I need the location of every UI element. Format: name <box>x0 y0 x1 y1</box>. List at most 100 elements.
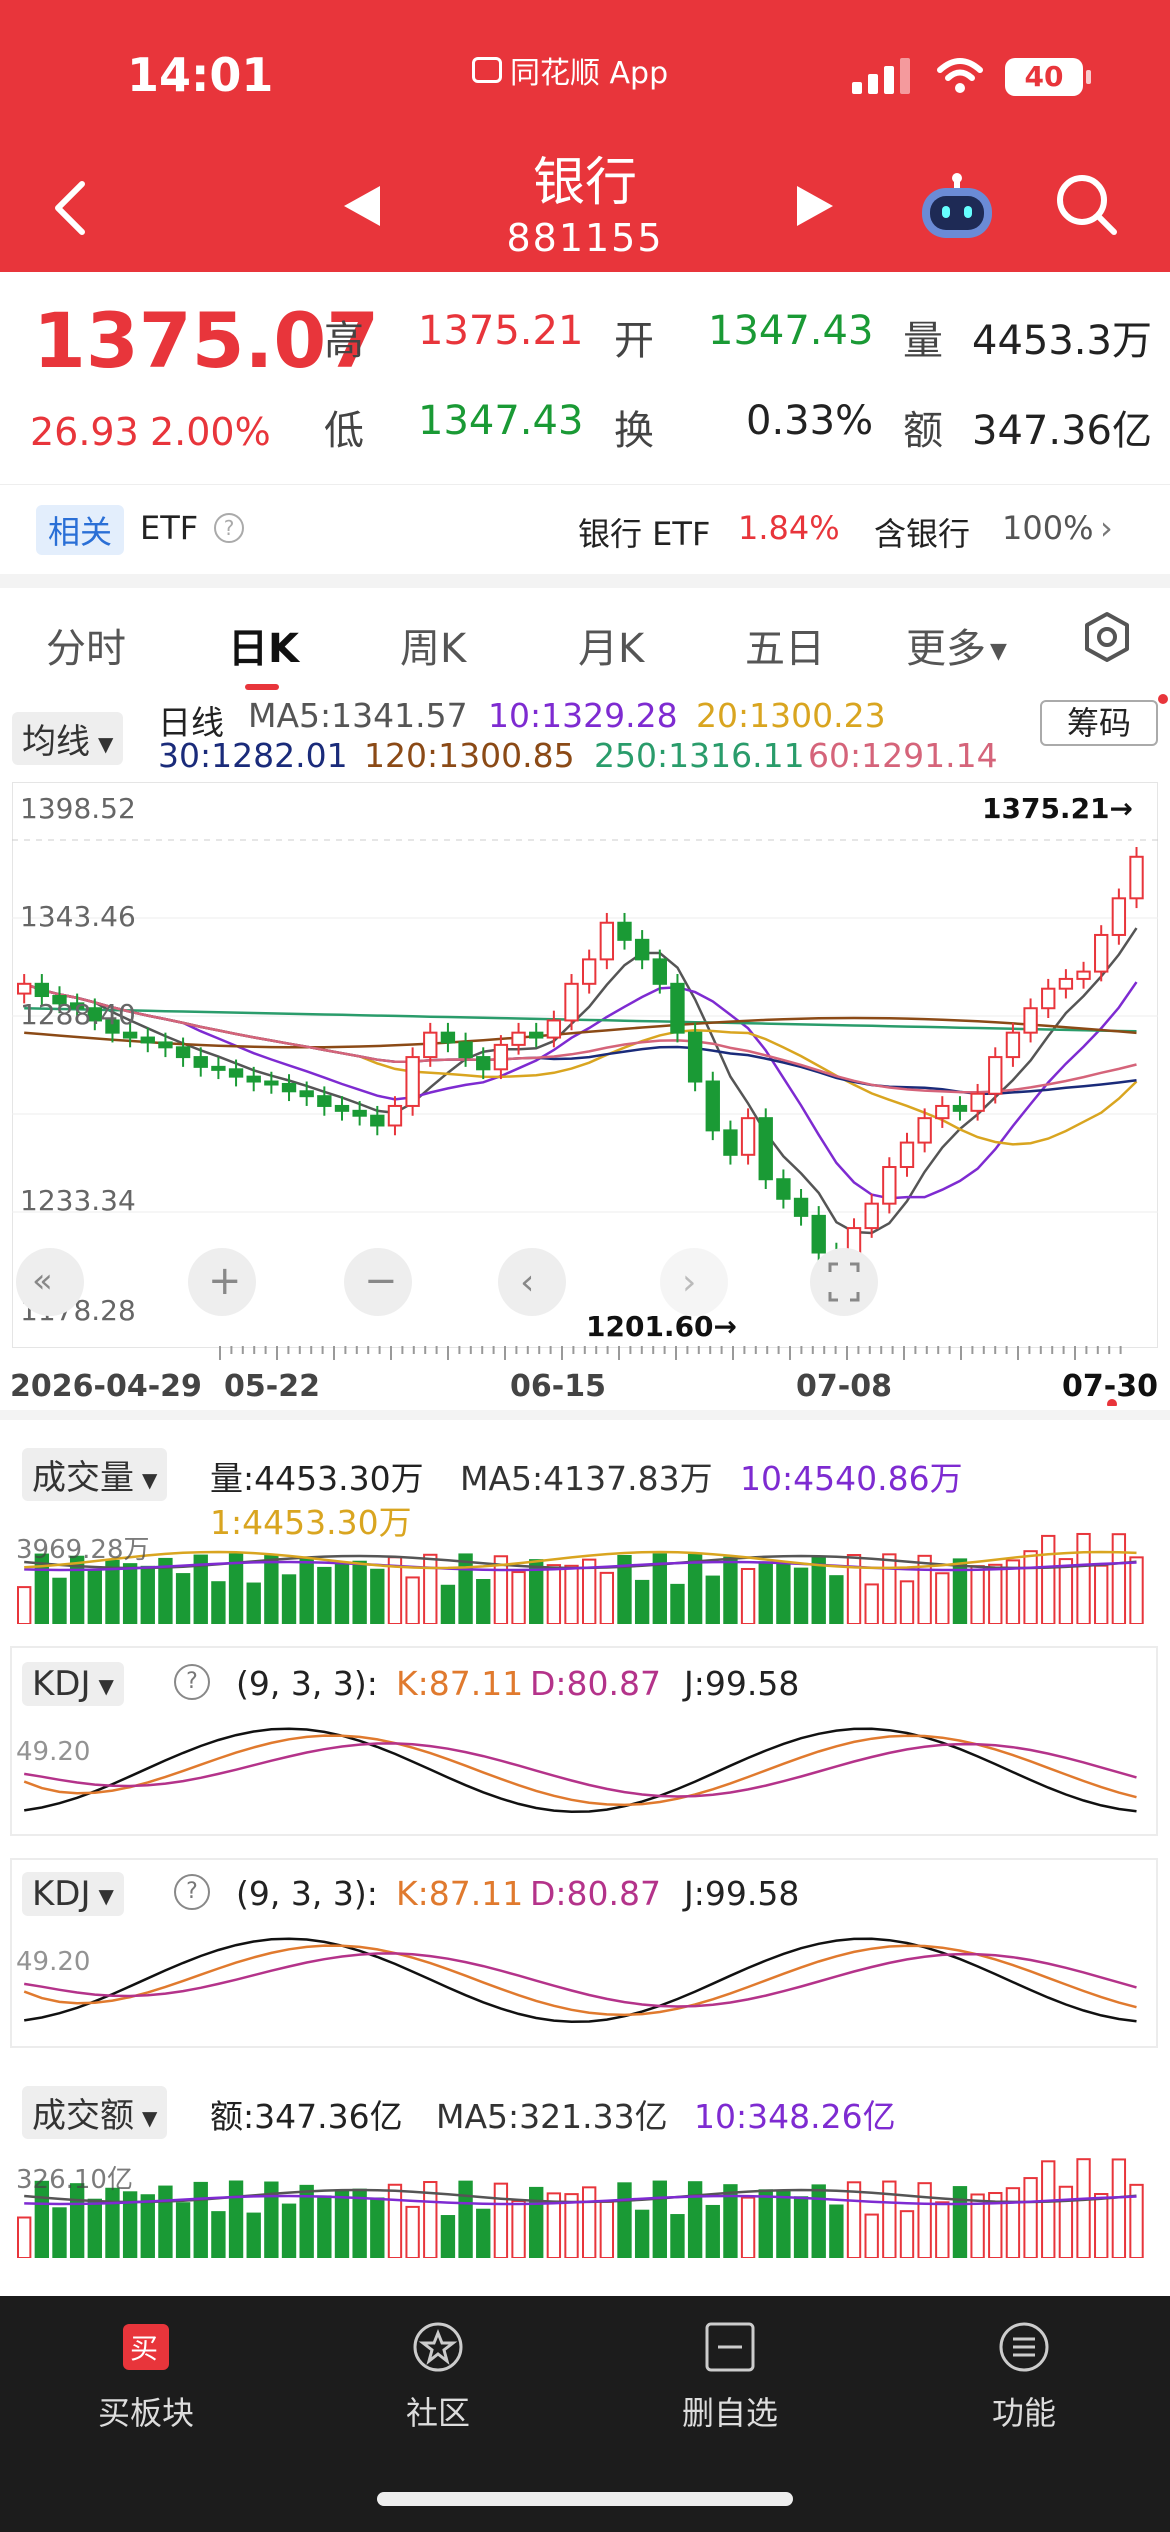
volume-bar <box>52 1577 67 1624</box>
next-stock-icon[interactable] <box>797 186 833 226</box>
y-tick-3: 1288.40 <box>20 998 136 1031</box>
help-icon[interactable]: ? <box>214 513 244 543</box>
tab-daily-k[interactable]: 日K <box>228 616 299 674</box>
kdj-selector-label: KDJ <box>32 1664 91 1704</box>
volume-bar <box>935 1572 950 1624</box>
candle <box>158 1041 173 1049</box>
tab-more[interactable]: 更多 ▼ <box>906 616 1007 674</box>
candle <box>1076 970 1091 980</box>
buy-sector-button[interactable]: 买 买板块 <box>56 2320 236 2434</box>
tab-weekly-k[interactable]: 周K <box>400 616 466 674</box>
community-button[interactable]: 社区 <box>348 2320 528 2434</box>
kdj-d-1: D:80.87 <box>530 1664 662 1703</box>
help-icon[interactable]: ? <box>174 1874 210 1910</box>
zoom-out-button[interactable]: − <box>344 1248 412 1316</box>
amount-bar <box>405 2205 420 2258</box>
amount-bar <box>1076 2158 1091 2258</box>
tab-five-day[interactable]: 五日 <box>745 616 825 674</box>
ma5-line <box>23 927 1138 1235</box>
settings-hex-icon[interactable] <box>1080 610 1134 664</box>
candle <box>617 921 632 941</box>
kline-chart[interactable]: 1398.52 1343.46 1288.40 1233.34 1178.28 … <box>12 782 1158 1348</box>
candle <box>1023 1007 1038 1034</box>
section-gap <box>0 574 1170 588</box>
tab-intraday[interactable]: 分时 <box>46 616 126 674</box>
amount-chart: 326.10亿 <box>16 2158 1144 2258</box>
amount-bar <box>1023 2177 1038 2258</box>
etf-pct: 1.84% <box>738 509 840 547</box>
caret-down-icon: ▼ <box>98 1883 114 1908</box>
candle <box>458 1041 473 1059</box>
buy-sector-label: 买板块 <box>97 2394 194 2432</box>
amount-bar <box>140 2194 155 2258</box>
volume-value: 4453.3万 <box>972 318 1152 364</box>
candle <box>387 1104 403 1127</box>
community-star-icon <box>413 2322 463 2372</box>
amount-bar <box>1058 2185 1074 2258</box>
candle <box>493 1043 509 1071</box>
volume-ma10: 10:4540.86万 <box>740 1459 963 1498</box>
candle <box>864 1202 879 1230</box>
assistant-robot-icon[interactable] <box>918 172 996 242</box>
candle <box>334 1104 350 1112</box>
ma120-value: 120:1300.85 <box>364 736 575 775</box>
amount-bar <box>317 2195 332 2258</box>
amount-bar <box>105 2187 120 2258</box>
kdj-k-line <box>23 1944 1137 2017</box>
functions-button[interactable]: 功能 <box>934 2320 1114 2434</box>
amount-bar <box>476 2208 491 2258</box>
help-icon[interactable]: ? <box>174 1664 210 1700</box>
candle <box>193 1056 208 1068</box>
svg-text:«: « <box>32 1261 53 1301</box>
candle <box>758 1117 773 1181</box>
date-label-5: 07-30 <box>1062 1369 1158 1404</box>
svg-text:−: − <box>364 1258 398 1304</box>
volume-bar <box>228 1553 244 1624</box>
amount-bar <box>529 2186 544 2258</box>
zoom-in-button[interactable]: + <box>188 1248 256 1316</box>
kdj-k-2: K:87.11 <box>396 1874 524 1913</box>
ma10-value: 10:1329.28 <box>488 696 678 735</box>
volume-bar <box>882 1553 897 1624</box>
svg-text:‹: ‹ <box>520 1262 534 1303</box>
kdj-selector-1[interactable]: KDJ ▼ <box>22 1662 124 1706</box>
candle <box>423 1031 438 1059</box>
home-indicator <box>377 2492 793 2506</box>
candle <box>652 958 667 985</box>
kdj-j-1: J:99.58 <box>684 1664 800 1703</box>
volume-bar <box>1094 1564 1109 1624</box>
kdj-selector-2[interactable]: KDJ ▼ <box>22 1872 124 1916</box>
related-etf-row[interactable]: 相关 ETF ? 银行 ETF 1.84% 含银行 100% › <box>0 484 1170 574</box>
amount-selector[interactable]: 成交额 ▼ <box>22 2086 168 2139</box>
kdj-j-line <box>23 1727 1137 1814</box>
caret-down-icon: ▼ <box>142 1467 158 1492</box>
kdj-params-1: (9, 3, 3): <box>236 1664 378 1703</box>
scroll-left-button[interactable]: « <box>16 1248 84 1316</box>
candle <box>17 982 32 995</box>
amount-bar <box>175 2202 191 2258</box>
volume-bar <box>793 1567 809 1624</box>
candle <box>670 982 685 1034</box>
candle <box>476 1056 491 1071</box>
prev-candle-button[interactable]: ‹ <box>498 1248 566 1316</box>
remove-watchlist-button[interactable]: 删自选 <box>640 2320 820 2434</box>
volume-selector[interactable]: 成交量 ▼ <box>22 1448 168 1501</box>
next-candle-button[interactable]: › <box>660 1248 728 1316</box>
amount-bar <box>52 2207 67 2258</box>
search-icon[interactable] <box>1052 170 1120 238</box>
candle <box>1094 933 1109 973</box>
amount-bar <box>634 2209 650 2258</box>
tab-monthly-k[interactable]: 月K <box>578 616 644 674</box>
fullscreen-button[interactable] <box>810 1248 878 1316</box>
amount-axis-label: 326.10亿 <box>16 2165 133 2195</box>
candle <box>582 958 597 985</box>
status-app-text: 同花顺 App <box>510 56 669 91</box>
date-label-3: 06-15 <box>510 1369 606 1404</box>
battery-icon: 40 <box>1005 58 1083 96</box>
amount-bar <box>352 2188 367 2258</box>
candle <box>352 1109 367 1117</box>
chip-distribution-button[interactable]: 筹码 <box>1040 700 1158 746</box>
caret-down-icon: ▼ <box>98 1673 114 1698</box>
ma-selector[interactable]: 均线 ▼ <box>12 712 124 765</box>
amount-bar <box>281 2203 297 2258</box>
